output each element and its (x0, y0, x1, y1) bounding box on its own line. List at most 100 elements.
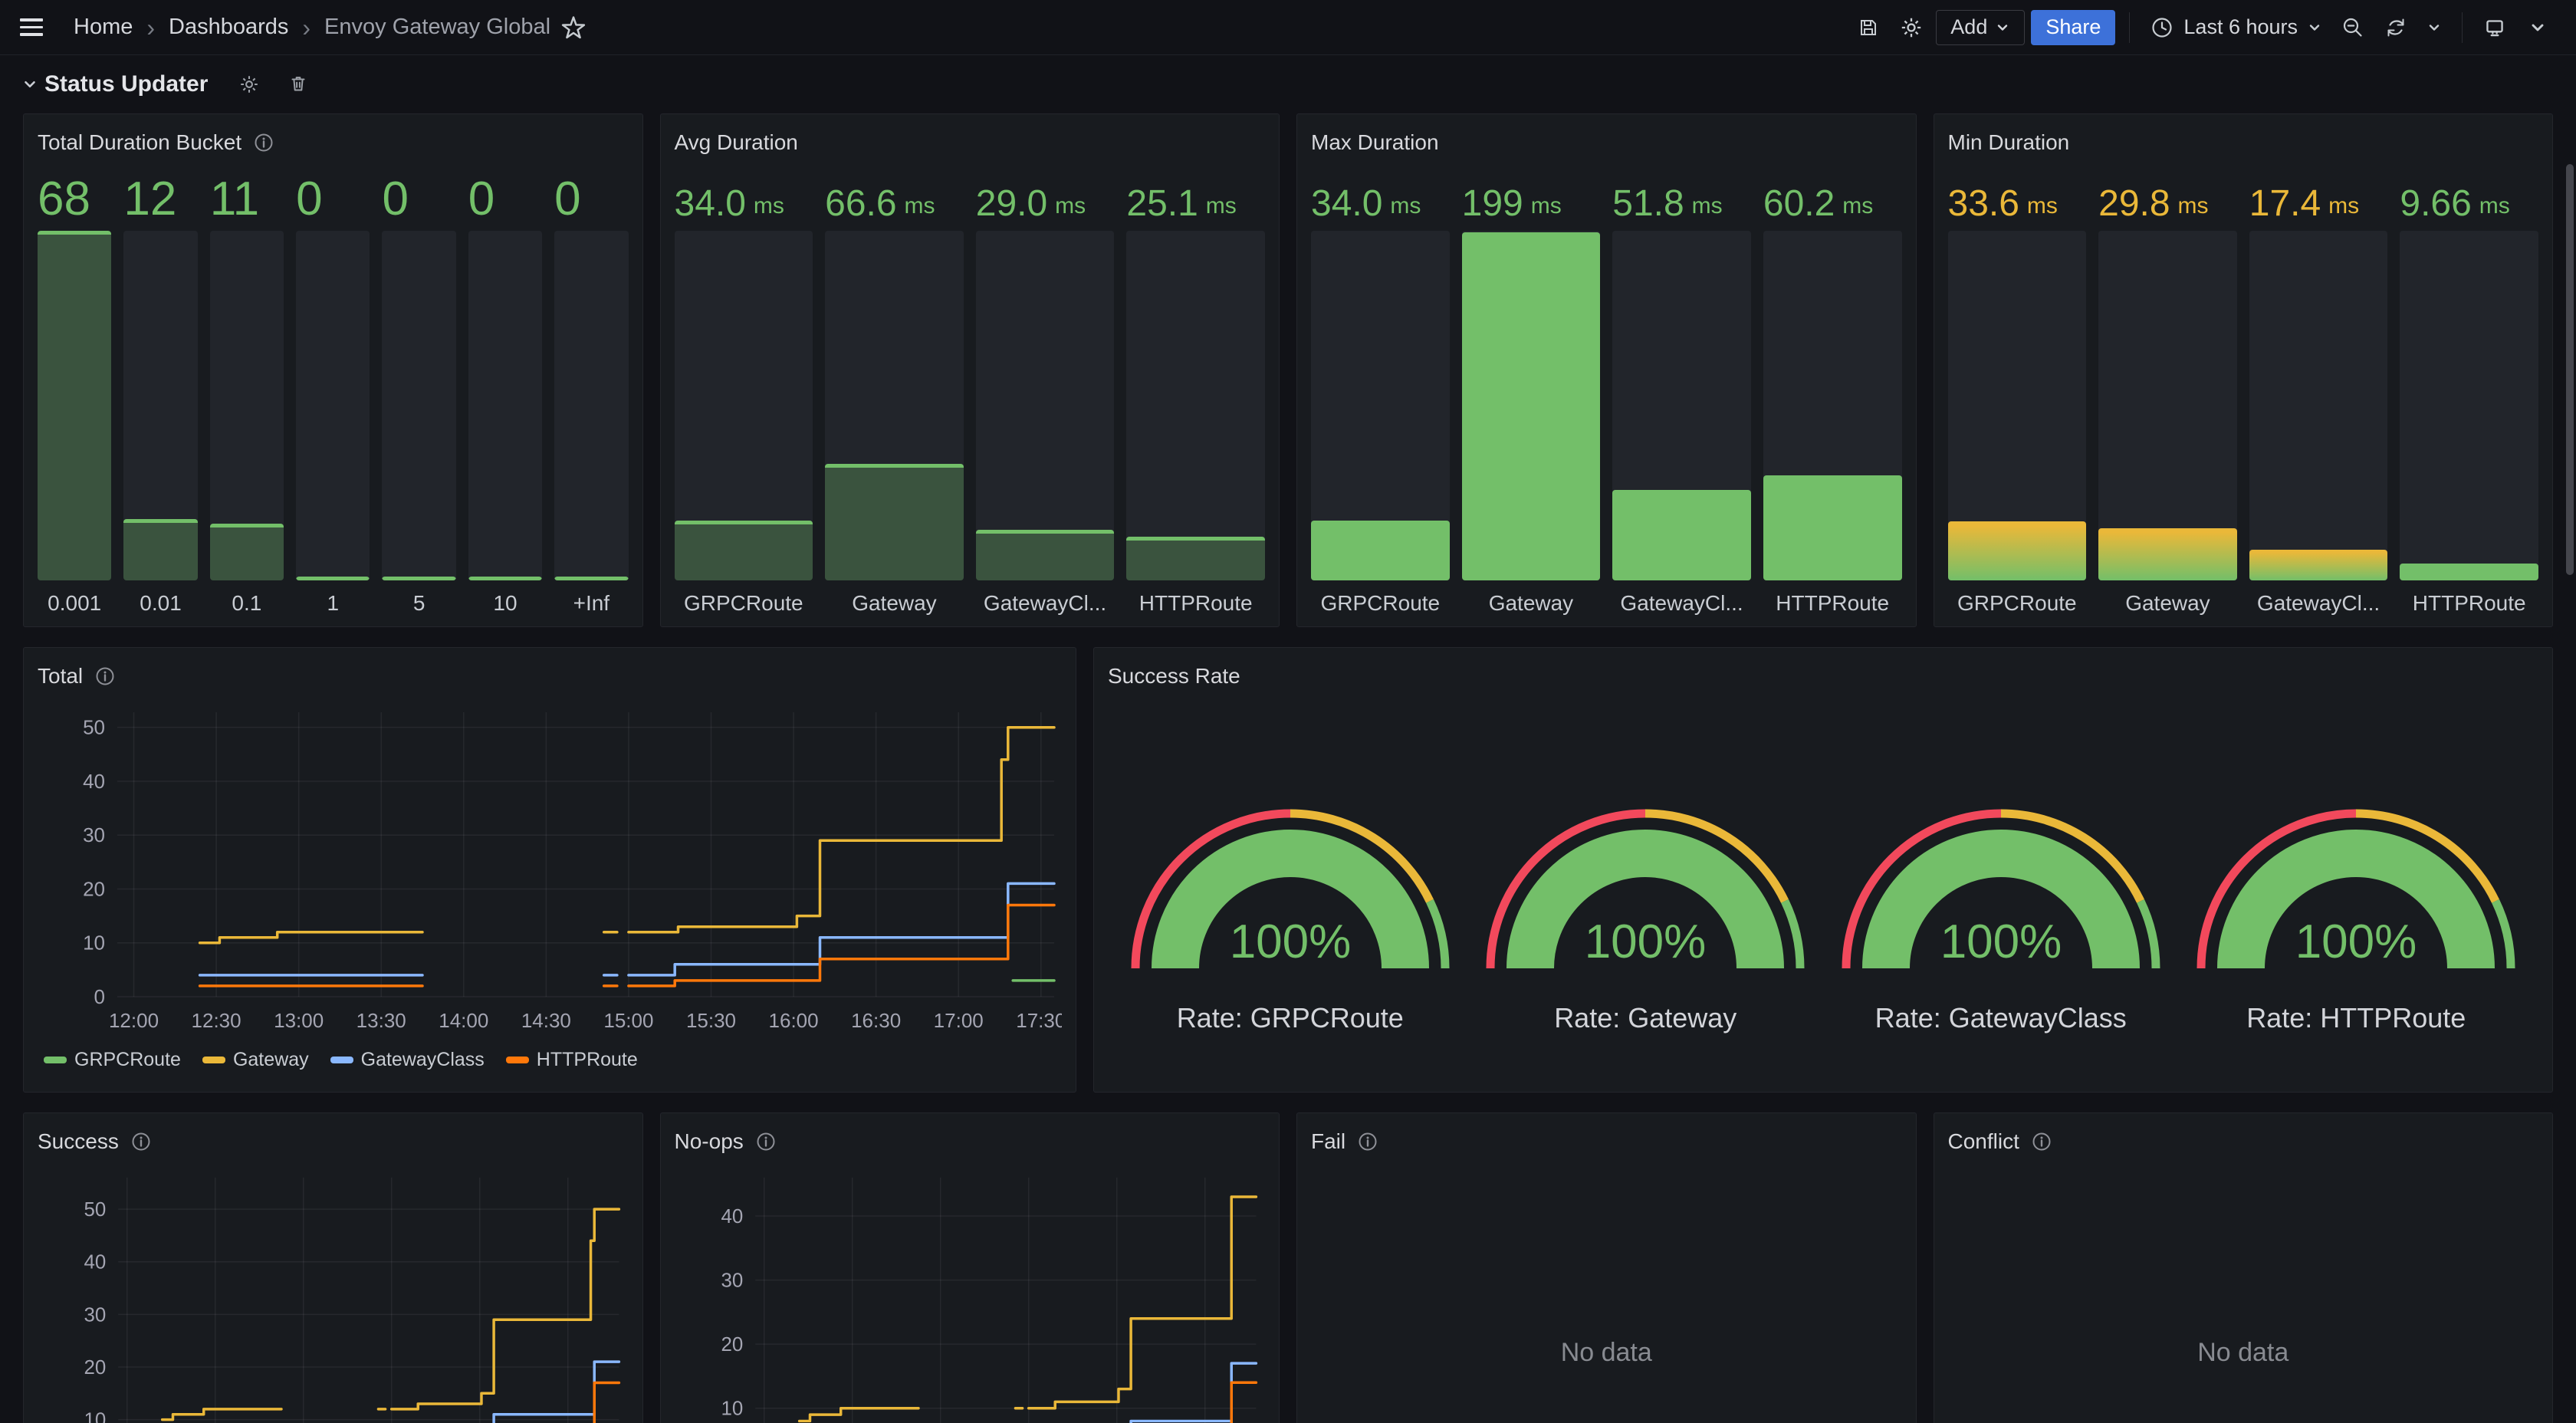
svg-text:20: 20 (83, 877, 105, 900)
time-range-picker[interactable]: Last 6 hours (2144, 15, 2328, 40)
bar-label: 5 (382, 580, 455, 616)
save-icon[interactable] (1850, 9, 1887, 46)
bar-value-number: 199 (1462, 189, 1523, 220)
bar-value: 9.66ms (2400, 160, 2538, 231)
bar-fill (210, 524, 284, 580)
bar-track (1126, 231, 1265, 580)
add-button[interactable]: Add (1936, 10, 2025, 45)
bar-track (468, 231, 542, 580)
dashboard-content: Total Duration Bucket 680.001120.01110.1… (0, 113, 2576, 1423)
bar-value-number: 0 (468, 179, 495, 220)
bar-value-number: 68 (38, 179, 90, 220)
bar-value: 199ms (1462, 160, 1601, 231)
bar-value: 33.6ms (1948, 160, 2087, 231)
svg-text:12:00: 12:00 (109, 1009, 159, 1032)
legend-item[interactable]: GRPCRoute (44, 1049, 181, 1071)
refresh-icon[interactable] (2377, 9, 2414, 46)
bar-track (38, 231, 111, 580)
refresh-interval-chevron-icon[interactable] (2420, 9, 2448, 46)
row-delete-trash-icon[interactable] (277, 67, 320, 101)
bar-label: GatewayCl... (1612, 580, 1751, 616)
zoom-out-icon[interactable] (2334, 9, 2371, 46)
bar-label: 0.01 (123, 580, 197, 616)
gauge-value: 100% (2295, 915, 2417, 968)
info-icon[interactable] (131, 1132, 151, 1152)
panel-title[interactable]: Total Duration Bucket (38, 125, 629, 160)
panel-title[interactable]: Max Duration (1311, 125, 1902, 160)
legend-swatch (330, 1057, 353, 1063)
legend-label: HTTPRoute (537, 1049, 638, 1071)
panel-title[interactable]: Total (38, 659, 1062, 694)
chevron-down-icon[interactable] (2519, 9, 2556, 46)
star-icon[interactable] (555, 9, 592, 46)
bar-value: 60.2ms (1763, 160, 1902, 231)
panel-title[interactable]: Fail (1311, 1124, 1902, 1159)
panel-title[interactable]: No-ops (675, 1124, 1266, 1159)
chevron-down-icon[interactable] (21, 76, 38, 93)
panel-title[interactable]: Conflict (1948, 1124, 2539, 1159)
bar-column: 110.1 (210, 160, 284, 616)
row-title[interactable]: Status Updater (44, 71, 208, 97)
bar-value-unit: ms (1055, 195, 1086, 220)
panel-title[interactable]: Success (38, 1124, 629, 1159)
svg-text:16:00: 16:00 (769, 1009, 819, 1032)
info-icon[interactable] (1358, 1132, 1378, 1152)
bar-value-unit: ms (2027, 195, 2058, 220)
breadcrumb: Home › Dashboards › Envoy Gateway Global (74, 15, 550, 40)
panel-title[interactable]: Min Duration (1948, 125, 2539, 160)
bar-label: 0.001 (38, 580, 111, 616)
info-icon[interactable] (95, 666, 115, 686)
bar-column: 17.4msGatewayCl... (2249, 160, 2388, 616)
bar-gauge: 680.001120.01110.101050100+Inf (38, 160, 629, 616)
panel-title[interactable]: Avg Duration (675, 125, 1266, 160)
bar-value-unit: ms (905, 195, 935, 220)
scrollbar-thumb[interactable] (2566, 164, 2574, 575)
row-settings-gear-icon[interactable] (228, 67, 271, 101)
legend-swatch (202, 1057, 225, 1063)
share-button[interactable]: Share (2031, 10, 2115, 45)
legend-swatch (44, 1057, 67, 1063)
bar-value-unit: ms (2328, 195, 2359, 220)
legend-item[interactable]: Gateway (202, 1049, 309, 1071)
bar-track (554, 231, 628, 580)
bar-value: 0 (468, 160, 542, 231)
gauge: 100%Rate: Gateway (1469, 741, 1822, 1034)
svg-text:14:00: 14:00 (439, 1009, 488, 1032)
bar-fill (1311, 521, 1450, 580)
menu-icon[interactable] (20, 10, 55, 45)
svg-text:30: 30 (721, 1270, 743, 1292)
bar-value: 68 (38, 160, 111, 231)
bar-value-number: 34.0 (675, 189, 746, 220)
breadcrumb-home[interactable]: Home (74, 15, 133, 40)
bar-value: 0 (382, 160, 455, 231)
gear-icon[interactable] (1893, 9, 1930, 46)
kiosk-monitor-icon[interactable] (2476, 9, 2513, 46)
legend-item[interactable]: HTTPRoute (506, 1049, 638, 1071)
breadcrumb-dashboards[interactable]: Dashboards (169, 15, 288, 40)
svg-text:10: 10 (721, 1398, 743, 1420)
time-series-chart[interactable]: 12:0013:0014:0015:0016:0017:000102030405… (38, 1159, 628, 1423)
bar-value-number: 29.8 (2098, 189, 2170, 220)
bar-value: 34.0ms (1311, 160, 1450, 231)
svg-text:10: 10 (83, 932, 105, 955)
svg-text:50: 50 (84, 1199, 106, 1221)
gauge-value: 100% (1585, 915, 1707, 968)
svg-text:17:00: 17:00 (934, 1009, 984, 1032)
info-icon[interactable] (254, 133, 274, 153)
info-icon[interactable] (2032, 1132, 2052, 1152)
legend-item[interactable]: GatewayClass (330, 1049, 485, 1071)
bar-value: 34.0ms (675, 160, 813, 231)
panel-title[interactable]: Success Rate (1108, 659, 2538, 694)
time-series-chart[interactable]: 12:0013:0014:0015:0016:0017:00010203040 (675, 1159, 1265, 1423)
gauge: 100%Rate: GRPCRoute (1114, 741, 1467, 1034)
bar-value-number: 34.0 (1311, 189, 1382, 220)
bar-column: 199msGateway (1462, 160, 1601, 616)
svg-text:16:30: 16:30 (851, 1009, 901, 1032)
info-icon[interactable] (756, 1132, 776, 1152)
bar-track (1763, 231, 1902, 580)
bar-value-unit: ms (1842, 195, 1873, 220)
bar-value: 29.0ms (976, 160, 1115, 231)
bar-value: 11 (210, 160, 284, 231)
time-series-chart[interactable]: 12:0012:3013:0013:3014:0014:3015:0015:30… (38, 694, 1062, 1043)
panel-avg-duration: Avg Duration 34.0msGRPCRoute66.6msGatewa… (660, 113, 1280, 627)
